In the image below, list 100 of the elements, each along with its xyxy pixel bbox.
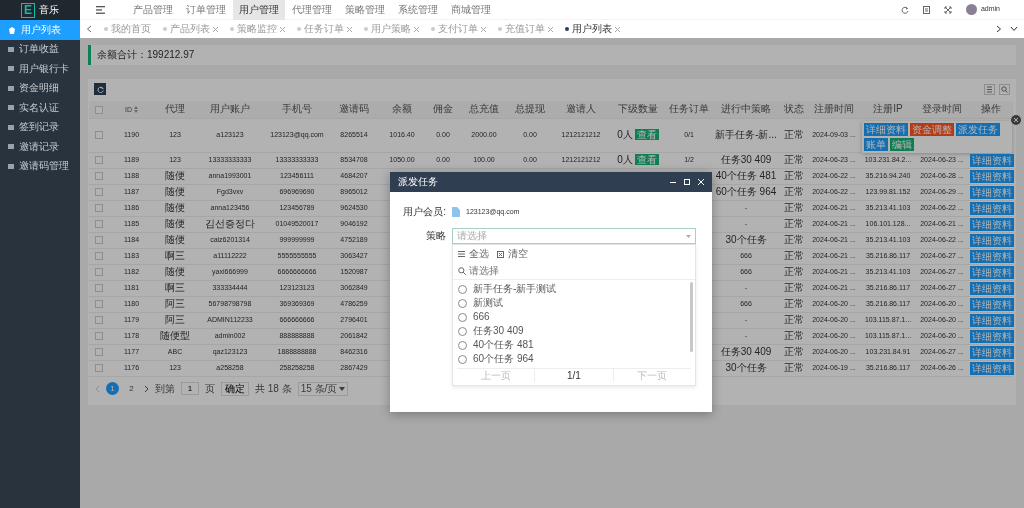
action-button[interactable]: 详细资料 <box>970 281 1014 295</box>
search-field[interactable]: 请选择 <box>469 265 589 277</box>
sort-icon[interactable] <box>134 106 138 114</box>
nav-item[interactable]: 用户管理 <box>233 0 285 20</box>
tab[interactable]: 策略监控 <box>224 20 291 38</box>
row-checkbox[interactable] <box>95 364 103 373</box>
sidebar-item[interactable]: 实名认证 <box>0 98 80 118</box>
row-checkbox[interactable] <box>95 204 103 213</box>
action-button[interactable]: 详细资料 <box>970 265 1014 279</box>
sidebar-item[interactable]: 邀请码管理 <box>0 156 80 176</box>
grid-icon[interactable] <box>984 83 995 95</box>
row-checkbox[interactable] <box>95 188 103 197</box>
action-button[interactable]: 详细资料 <box>864 122 908 136</box>
action-button[interactable]: 详细资料 <box>970 153 1014 167</box>
nav-item[interactable]: 系统管理 <box>392 0 444 20</box>
page-link[interactable]: 1 <box>106 382 119 395</box>
sidebar-item[interactable]: 邀请记录 <box>0 137 80 157</box>
row-checkbox[interactable] <box>95 172 103 181</box>
action-button[interactable]: 详细资料 <box>970 169 1014 183</box>
option-item[interactable]: 666 <box>458 310 683 324</box>
page-indicator: 1/1 <box>535 369 614 382</box>
column-header: 代理 <box>165 103 185 115</box>
sidebar-item[interactable]: 用户列表 <box>0 20 80 40</box>
fullscreen-icon[interactable] <box>943 5 952 14</box>
chevron-down-icon[interactable] <box>1010 26 1018 32</box>
action-button[interactable]: 编辑 <box>890 137 914 151</box>
row-checkbox[interactable] <box>95 156 103 165</box>
tab[interactable]: 充值订单 <box>492 20 559 38</box>
action-button[interactable]: 账单 <box>864 137 888 151</box>
nav-item[interactable]: 产品管理 <box>127 0 179 20</box>
action-button[interactable]: 详细资料 <box>970 217 1014 231</box>
view-badge[interactable]: 查看 <box>634 129 659 140</box>
table-cell: 随便 <box>154 168 196 184</box>
search-icon[interactable] <box>999 83 1010 95</box>
option-item[interactable]: 60个任务 964 <box>458 352 683 366</box>
view-badge[interactable]: 查看 <box>634 154 659 165</box>
dot-icon <box>230 27 234 31</box>
next-icon[interactable] <box>144 384 149 393</box>
menu-icon[interactable] <box>96 5 105 14</box>
row-checkbox[interactable] <box>95 316 103 325</box>
tab[interactable]: 用户策略 <box>358 20 425 38</box>
action-button[interactable]: 派发任务 <box>956 122 1000 136</box>
nav-item[interactable]: 订单管理 <box>180 0 232 20</box>
option-item[interactable]: 任务30 409 <box>458 324 683 338</box>
page-link[interactable]: 2 <box>125 382 138 395</box>
option-item[interactable]: 新测试 <box>458 296 683 310</box>
sidebar-item[interactable]: 签到记录 <box>0 117 80 137</box>
refresh-icon[interactable] <box>900 5 909 14</box>
close-icon[interactable] <box>1011 114 1021 125</box>
tab[interactable]: 产品列表 <box>157 20 224 38</box>
page-size-select[interactable]: 15 条/页 <box>297 381 349 396</box>
tab[interactable]: 我的首页 <box>98 20 157 38</box>
row-checkbox[interactable] <box>95 131 103 140</box>
checkbox[interactable] <box>95 105 103 114</box>
tab[interactable]: 用户列表 <box>559 20 626 38</box>
tab[interactable]: 任务订单 <box>291 20 358 38</box>
row-checkbox[interactable] <box>95 348 103 357</box>
prev-icon[interactable] <box>95 384 100 393</box>
action-button[interactable]: 详细资料 <box>970 297 1014 311</box>
action-button[interactable]: 详细资料 <box>970 233 1014 247</box>
nav-item[interactable]: 策略管理 <box>339 0 391 20</box>
row-checkbox[interactable] <box>95 220 103 229</box>
chevron-left-icon[interactable] <box>86 25 92 33</box>
action-button[interactable]: 详细资料 <box>970 249 1014 263</box>
action-button[interactable]: 详细资料 <box>970 329 1014 343</box>
row-checkbox[interactable] <box>95 284 103 293</box>
nav-item[interactable]: 商城管理 <box>445 0 497 20</box>
nav-item[interactable]: 代理管理 <box>286 0 338 20</box>
page-input[interactable]: 1 <box>181 382 199 395</box>
action-button[interactable]: 详细资料 <box>970 345 1014 359</box>
document-icon[interactable] <box>922 5 930 14</box>
maximize-icon[interactable] <box>684 179 690 185</box>
row-checkbox[interactable] <box>95 300 103 309</box>
sidebar-item[interactable]: 订单收益 <box>0 39 80 59</box>
tab[interactable]: 支付订单 <box>425 20 492 38</box>
minimize-icon[interactable] <box>670 179 676 185</box>
action-button[interactable]: 详细资料 <box>970 185 1014 199</box>
option-item[interactable]: 新手任务-新手测试 <box>458 282 683 296</box>
action-button[interactable]: 详细资料 <box>970 201 1014 215</box>
strategy-select[interactable]: 请选择 <box>452 228 696 244</box>
clear-button[interactable]: 清空 <box>497 248 528 260</box>
option-item[interactable]: 40个任务 481 <box>458 338 683 352</box>
refresh-button[interactable] <box>94 83 106 95</box>
row-checkbox[interactable] <box>95 268 103 277</box>
action-button[interactable]: 详细资料 <box>970 361 1014 375</box>
table-cell: 正常 <box>780 168 808 184</box>
row-checkbox[interactable] <box>95 252 103 261</box>
table-cell: 随便 <box>154 232 196 248</box>
sidebar-item[interactable]: 资金明细 <box>0 78 80 98</box>
action-button[interactable]: 资金调整 <box>910 122 954 136</box>
avatar-icon[interactable] <box>965 4 977 15</box>
chevron-right-icon[interactable] <box>996 25 1002 33</box>
select-all-button[interactable]: 全选 <box>458 248 489 260</box>
confirm-button[interactable]: 确定 <box>221 381 249 396</box>
column-header: 佣金 <box>433 103 453 115</box>
action-button[interactable]: 详细资料 <box>970 313 1014 327</box>
row-checkbox[interactable] <box>95 332 103 341</box>
column-header: 注册IP <box>873 103 903 115</box>
row-checkbox[interactable] <box>95 236 103 245</box>
sidebar-item[interactable]: 用户银行卡 <box>0 59 80 79</box>
